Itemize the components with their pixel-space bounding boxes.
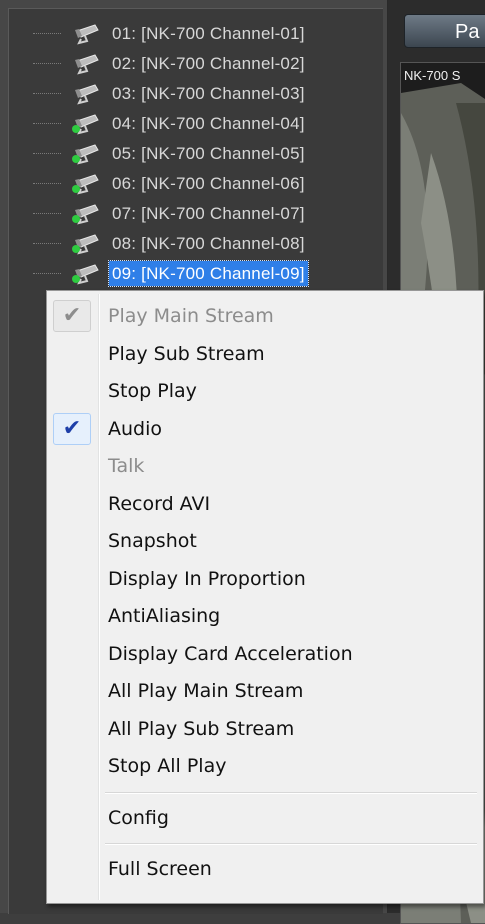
camera-icon: [72, 264, 99, 285]
menu-item-label: All Play Main Stream: [108, 680, 304, 702]
menu-item-label: Audio: [108, 417, 163, 440]
menu-item-display-card-acceleration[interactable]: Display Card Acceleration: [50, 636, 480, 672]
menu-item-play-main-stream: ✔ Play Main Stream: [50, 298, 480, 334]
menu-item-audio[interactable]: ✔ Audio: [50, 411, 480, 447]
channel-item-label: 09: [NK-700 Channel-09]: [108, 260, 309, 287]
menu-item-all-play-sub-stream[interactable]: All Play Sub Stream: [50, 711, 480, 747]
playing-status-dot: [72, 215, 80, 223]
camera-icon: [72, 174, 99, 195]
channel-item-label: 08: [NK-700 Channel-08]: [112, 234, 305, 253]
menu-item-config[interactable]: Config: [50, 800, 480, 836]
menu-item-stop-all-play[interactable]: Stop All Play: [50, 748, 480, 784]
channel-item[interactable]: 03: [NK-700 Channel-03]: [9, 81, 383, 106]
menu-item-label: Stop All Play: [108, 755, 227, 777]
channel-item[interactable]: 07: [NK-700 Channel-07]: [9, 201, 383, 226]
menu-item-record-avi[interactable]: Record AVI: [50, 486, 480, 522]
tree-connector-line: [33, 183, 61, 184]
channel-item-label: 02: [NK-700 Channel-02]: [112, 54, 305, 73]
camera-icon: [72, 144, 99, 165]
tree-connector-line: [33, 273, 61, 274]
channel-item[interactable]: 04: [NK-700 Channel-04]: [9, 111, 383, 136]
menu-item-label: Play Sub Stream: [108, 342, 265, 365]
pause-button[interactable]: Pa: [404, 14, 485, 48]
menu-separator: [105, 843, 477, 845]
menu-item-label: Config: [108, 806, 169, 829]
menu-item-full-screen[interactable]: Full Screen: [50, 851, 480, 887]
tree-connector-line: [33, 33, 61, 34]
tree-connector-line: [33, 123, 61, 124]
menu-item-label: All Play Sub Stream: [108, 717, 295, 740]
tree-connector-line: [33, 243, 61, 244]
video-title: NK-700 S: [404, 68, 461, 83]
menu-item-label: AntiAliasing: [108, 605, 221, 627]
channel-item-label: 06: [NK-700 Channel-06]: [112, 174, 305, 193]
menu-item-label: Display In Proportion: [108, 567, 306, 590]
camera-icon: [75, 24, 99, 45]
tree-connector-line: [33, 153, 61, 154]
camera-icon: [72, 234, 99, 255]
menu-item-display-in-proportion[interactable]: Display In Proportion: [50, 561, 480, 597]
channel-item[interactable]: 02: [NK-700 Channel-02]: [9, 51, 383, 76]
camera-icon: [72, 114, 99, 135]
checkmark-icon: ✔: [53, 412, 91, 445]
menu-item-label: Full Screen: [108, 858, 212, 880]
channel-item-label: 03: [NK-700 Channel-03]: [112, 84, 305, 103]
menu-item-all-play-main-stream[interactable]: All Play Main Stream: [50, 673, 480, 709]
tree-connector-line: [33, 93, 61, 94]
menu-item-play-sub-stream[interactable]: Play Sub Stream: [50, 336, 480, 372]
channel-item[interactable]: 01: [NK-700 Channel-01]: [9, 21, 383, 46]
channel-item-label: 07: [NK-700 Channel-07]: [112, 204, 305, 223]
context-menu: ✔ Play Main Stream Play Sub Stream Stop Pla…: [46, 290, 484, 904]
menu-separator: [105, 791, 477, 794]
menu-item-label: Snapshot: [108, 530, 197, 552]
menu-item-snapshot[interactable]: Snapshot: [50, 523, 480, 559]
channel-item[interactable]: 09: [NK-700 Channel-09]: [9, 260, 383, 287]
menu-item-stop-play[interactable]: Stop Play: [50, 373, 480, 409]
camera-icon: [75, 84, 99, 105]
checkmark-icon: ✔: [53, 300, 91, 332]
camera-icon: [72, 204, 99, 225]
tree-connector-line: [33, 213, 61, 214]
playing-status-dot: [72, 245, 80, 253]
camera-icon: [75, 54, 99, 75]
channel-item[interactable]: 08: [NK-700 Channel-08]: [9, 231, 383, 256]
tree-connector-line: [33, 63, 61, 64]
menu-item-label: Stop Play: [108, 380, 197, 402]
channel-item[interactable]: 06: [NK-700 Channel-06]: [9, 171, 383, 196]
menu-item-label: Display Card Acceleration: [108, 642, 353, 665]
playing-status-dot: [72, 155, 80, 163]
channel-item-label: 04: [NK-700 Channel-04]: [112, 114, 305, 133]
menu-item-label: Talk: [108, 455, 145, 477]
channel-item-label: 05: [NK-700 Channel-05]: [112, 144, 305, 163]
menu-item-antialiasing[interactable]: AntiAliasing: [50, 598, 480, 634]
channel-item-label: 01: [NK-700 Channel-01]: [112, 24, 305, 43]
playing-status-dot: [72, 185, 80, 193]
menu-item-talk: Talk: [50, 448, 480, 484]
playing-status-dot: [72, 125, 80, 133]
menu-item-label: Play Main Stream: [108, 305, 274, 327]
channel-item[interactable]: 05: [NK-700 Channel-05]: [9, 141, 383, 166]
menu-item-label: Record AVI: [108, 492, 211, 515]
playing-status-dot: [72, 275, 80, 283]
